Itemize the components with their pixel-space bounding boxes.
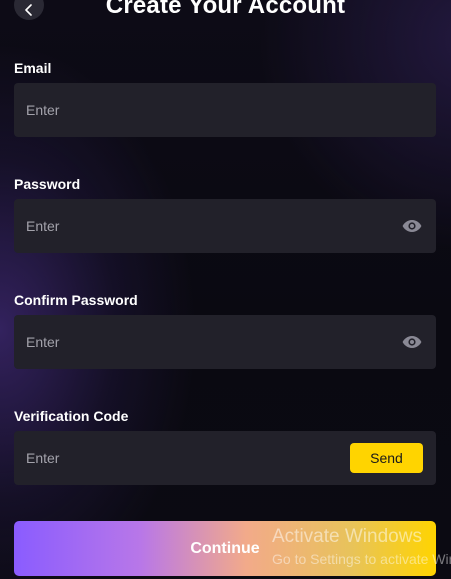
confirm-password-field-container xyxy=(14,315,436,369)
send-code-button[interactable]: Send xyxy=(350,443,423,473)
confirm-password-label: Confirm Password xyxy=(14,292,138,308)
password-field-container xyxy=(14,199,436,253)
continue-button[interactable]: Continue xyxy=(14,521,436,576)
email-label: Email xyxy=(14,60,52,76)
password-label: Password xyxy=(14,176,81,192)
eye-icon[interactable] xyxy=(402,219,422,233)
verification-code-label: Verification Code xyxy=(14,408,129,424)
confirm-password-input[interactable] xyxy=(14,315,436,369)
email-field-container xyxy=(14,83,436,137)
password-input[interactable] xyxy=(14,199,436,253)
email-input[interactable] xyxy=(14,83,436,137)
eye-icon[interactable] xyxy=(402,335,422,349)
verification-code-field-container: Send xyxy=(14,431,436,485)
page-title: Create Your Account xyxy=(105,0,346,19)
